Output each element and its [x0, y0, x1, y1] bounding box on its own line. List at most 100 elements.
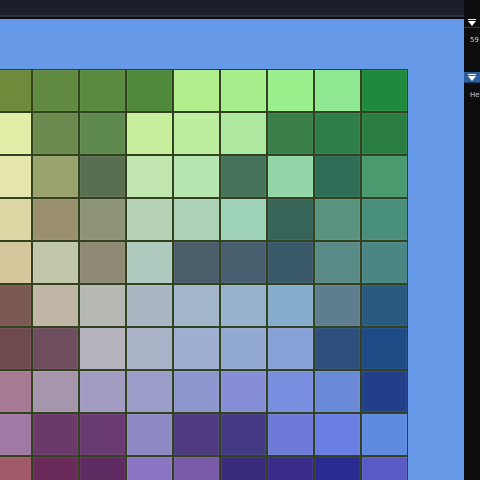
- board-tile[interactable]: [361, 198, 408, 241]
- board-tile[interactable]: [126, 155, 173, 198]
- board-tile[interactable]: [32, 69, 79, 112]
- board-tile[interactable]: [361, 413, 408, 456]
- game-viewport[interactable]: [0, 19, 464, 480]
- color-tile-board[interactable]: [0, 69, 408, 480]
- board-tile[interactable]: [361, 69, 408, 112]
- board-tile[interactable]: [126, 198, 173, 241]
- collapse-arrow-icon[interactable]: [468, 19, 476, 26]
- board-tile[interactable]: [126, 413, 173, 456]
- panel-header-2[interactable]: [464, 72, 480, 83]
- board-tile[interactable]: [32, 284, 79, 327]
- board-tile[interactable]: [32, 413, 79, 456]
- board-tile[interactable]: [79, 155, 126, 198]
- board-tile[interactable]: [0, 112, 32, 155]
- top-menu-bar: [0, 0, 464, 17]
- board-tile[interactable]: [126, 327, 173, 370]
- board-tile[interactable]: [220, 284, 267, 327]
- board-tile[interactable]: [314, 413, 361, 456]
- board-tile[interactable]: [220, 413, 267, 456]
- board-tile[interactable]: [173, 69, 220, 112]
- board-tile[interactable]: [0, 284, 32, 327]
- board-tile[interactable]: [361, 284, 408, 327]
- board-tile[interactable]: [173, 284, 220, 327]
- board-tile[interactable]: [79, 112, 126, 155]
- board-tile[interactable]: [314, 155, 361, 198]
- board-tile[interactable]: [267, 327, 314, 370]
- board-tile[interactable]: [173, 327, 220, 370]
- board-tile[interactable]: [126, 112, 173, 155]
- panel-1-value: 59: [470, 36, 479, 44]
- board-tile[interactable]: [173, 198, 220, 241]
- board-tile[interactable]: [32, 155, 79, 198]
- board-tile[interactable]: [32, 370, 79, 413]
- board-tile[interactable]: [79, 284, 126, 327]
- board-tile[interactable]: [79, 69, 126, 112]
- board-tile[interactable]: [79, 413, 126, 456]
- board-tile[interactable]: [79, 456, 126, 480]
- board-tile[interactable]: [173, 413, 220, 456]
- board-tile[interactable]: [220, 456, 267, 480]
- board-tile[interactable]: [314, 241, 361, 284]
- board-tile[interactable]: [267, 370, 314, 413]
- panel-2-label: He: [470, 91, 480, 99]
- board-tile[interactable]: [0, 327, 32, 370]
- board-tile[interactable]: [0, 69, 32, 112]
- board-tile[interactable]: [220, 198, 267, 241]
- board-tile[interactable]: [0, 241, 32, 284]
- board-tile[interactable]: [361, 112, 408, 155]
- board-tile[interactable]: [126, 241, 173, 284]
- board-tile[interactable]: [32, 456, 79, 480]
- board-tile[interactable]: [126, 284, 173, 327]
- board-tile[interactable]: [267, 69, 314, 112]
- side-panel: 59 He: [464, 17, 480, 480]
- board-tile[interactable]: [126, 69, 173, 112]
- board-tile[interactable]: [361, 241, 408, 284]
- board-tile[interactable]: [220, 327, 267, 370]
- board-tile[interactable]: [267, 284, 314, 327]
- board-tile[interactable]: [314, 456, 361, 480]
- board-tile[interactable]: [220, 155, 267, 198]
- board-tile[interactable]: [314, 69, 361, 112]
- board-tile[interactable]: [173, 370, 220, 413]
- board-tile[interactable]: [267, 456, 314, 480]
- board-tile[interactable]: [126, 370, 173, 413]
- board-tile[interactable]: [220, 241, 267, 284]
- board-tile[interactable]: [79, 198, 126, 241]
- board-tile[interactable]: [220, 112, 267, 155]
- panel-header-1[interactable]: [464, 17, 480, 28]
- board-tile[interactable]: [314, 284, 361, 327]
- board-tile[interactable]: [220, 69, 267, 112]
- board-tile[interactable]: [361, 327, 408, 370]
- board-tile[interactable]: [220, 370, 267, 413]
- board-tile[interactable]: [267, 198, 314, 241]
- board-tile[interactable]: [0, 198, 32, 241]
- board-tile[interactable]: [173, 456, 220, 480]
- board-tile[interactable]: [79, 370, 126, 413]
- board-tile[interactable]: [32, 198, 79, 241]
- board-tile[interactable]: [126, 456, 173, 480]
- board-tile[interactable]: [32, 112, 79, 155]
- board-tile[interactable]: [267, 413, 314, 456]
- board-tile[interactable]: [173, 241, 220, 284]
- collapse-arrow-icon[interactable]: [468, 74, 476, 81]
- board-tile[interactable]: [314, 327, 361, 370]
- board-tile[interactable]: [267, 112, 314, 155]
- board-tile[interactable]: [79, 327, 126, 370]
- board-tile[interactable]: [0, 413, 32, 456]
- board-tile[interactable]: [0, 456, 32, 480]
- board-tile[interactable]: [361, 456, 408, 480]
- board-tile[interactable]: [361, 370, 408, 413]
- board-tile[interactable]: [267, 155, 314, 198]
- board-tile[interactable]: [314, 198, 361, 241]
- board-tile[interactable]: [361, 155, 408, 198]
- board-tile[interactable]: [173, 112, 220, 155]
- board-tile[interactable]: [0, 370, 32, 413]
- board-tile[interactable]: [314, 370, 361, 413]
- board-tile[interactable]: [79, 241, 126, 284]
- board-tile[interactable]: [32, 241, 79, 284]
- board-tile[interactable]: [32, 327, 79, 370]
- board-tile[interactable]: [0, 155, 32, 198]
- board-tile[interactable]: [267, 241, 314, 284]
- board-tile[interactable]: [173, 155, 220, 198]
- board-tile[interactable]: [314, 112, 361, 155]
